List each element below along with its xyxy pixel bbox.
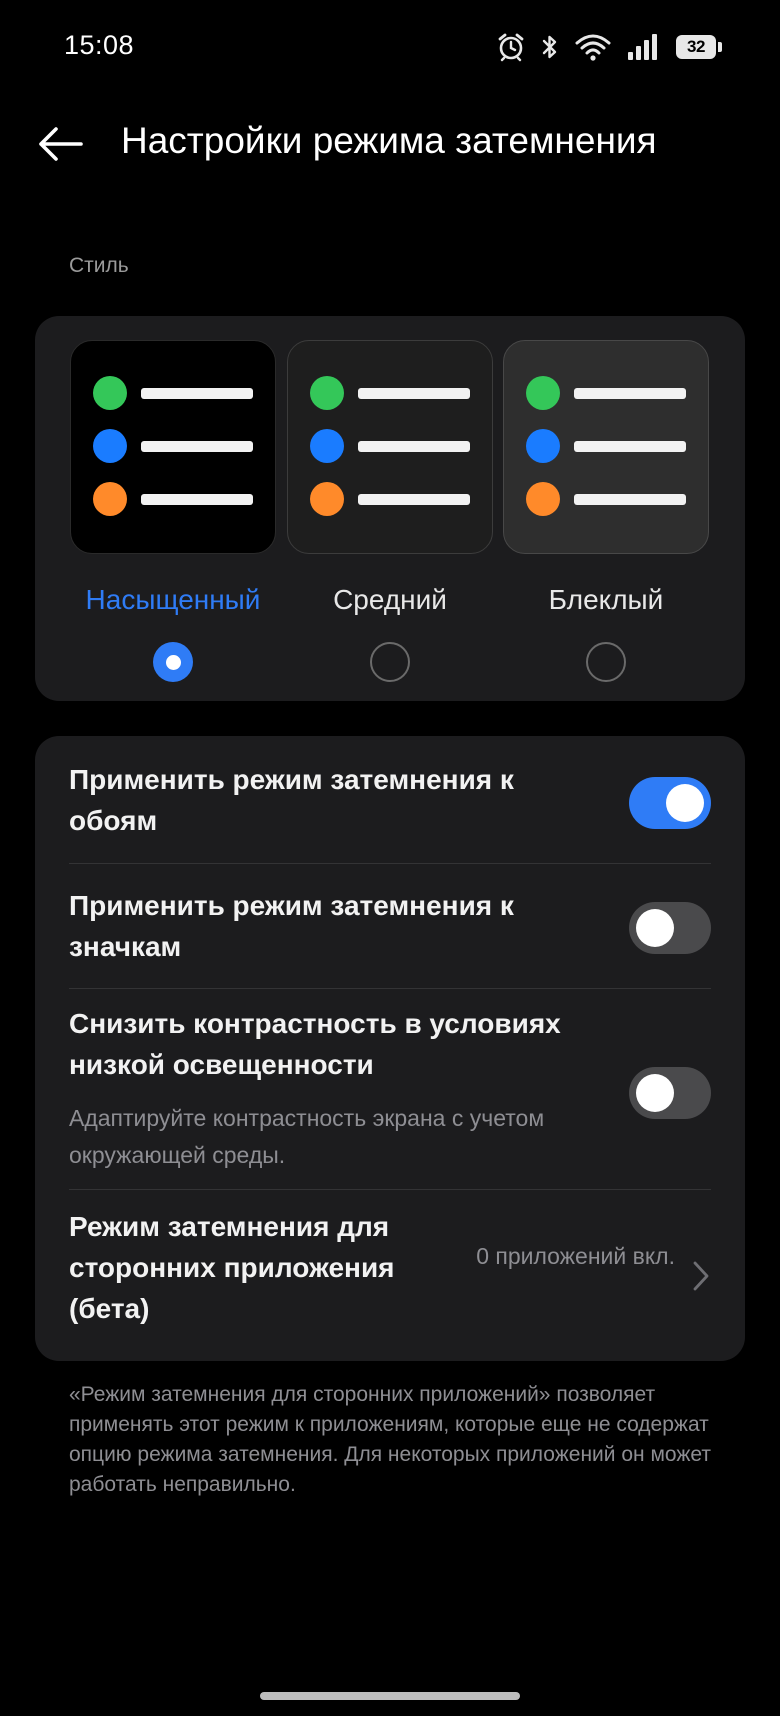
alarm-icon bbox=[496, 32, 526, 62]
preview-line bbox=[358, 440, 470, 452]
preview-line bbox=[141, 440, 253, 452]
style-option-faded[interactable]: Блеклый bbox=[503, 340, 709, 682]
footer-note: «Режим затемнения для сторонних приложен… bbox=[69, 1383, 711, 1496]
chevron-right-icon bbox=[691, 1260, 711, 1292]
setting-title-contrast: Снизить контрастность в условиях низкой … bbox=[69, 1008, 561, 1080]
style-option-label: Средний bbox=[333, 584, 447, 615]
status-icons: 32 bbox=[496, 30, 722, 64]
dark-mode-settings-screen: 15:08 32 Настройки режима затемнения Сти… bbox=[0, 0, 780, 1716]
preview-line bbox=[141, 387, 253, 399]
style-option-saturated[interactable]: Насыщенный bbox=[70, 340, 276, 682]
battery-level: 32 bbox=[676, 35, 716, 59]
radio-saturated[interactable] bbox=[153, 642, 193, 682]
toggle-knob bbox=[636, 1074, 674, 1112]
preview-line bbox=[358, 493, 470, 505]
bluetooth-icon bbox=[540, 32, 560, 62]
orange-dot bbox=[526, 482, 560, 516]
setting-row-wallpaper[interactable]: Применить режим затемнения к обоям bbox=[69, 736, 711, 864]
back-button[interactable] bbox=[30, 116, 90, 176]
wifi-icon bbox=[574, 32, 612, 62]
preview-line bbox=[574, 493, 686, 505]
toggle-knob bbox=[666, 784, 704, 822]
preview-row bbox=[526, 429, 686, 463]
setting-row-contrast[interactable]: Снизить контрастность в условиях низкой … bbox=[69, 989, 711, 1190]
preview-line bbox=[574, 387, 686, 399]
toggle-icons[interactable] bbox=[629, 902, 711, 954]
preview-row bbox=[310, 429, 470, 463]
orange-dot bbox=[93, 482, 127, 516]
style-option-medium[interactable]: Средний bbox=[287, 340, 493, 682]
third-party-apps-count: 0 приложений вкл. bbox=[476, 1243, 675, 1269]
toggle-knob bbox=[636, 909, 674, 947]
preview-row bbox=[310, 376, 470, 410]
style-preview-medium[interactable] bbox=[287, 340, 493, 554]
blue-dot bbox=[93, 429, 127, 463]
battery-icon: 32 bbox=[676, 34, 722, 60]
blue-dot bbox=[310, 429, 344, 463]
page-title: Настройки режима затемнения bbox=[121, 120, 657, 161]
toggle-wallpaper[interactable] bbox=[629, 777, 711, 829]
section-label-style: Стиль bbox=[69, 254, 129, 277]
settings-card: Применить режим затемнения к обоям Приме… bbox=[35, 736, 745, 1361]
orange-dot bbox=[310, 482, 344, 516]
preview-row bbox=[310, 482, 470, 516]
preview-row bbox=[526, 376, 686, 410]
preview-line bbox=[358, 387, 470, 399]
style-preview-faded[interactable] bbox=[503, 340, 709, 554]
setting-title-wallpaper: Применить режим затемнения к обоям bbox=[69, 764, 514, 836]
style-preview-saturated[interactable] bbox=[70, 340, 276, 554]
style-option-label: Насыщенный bbox=[85, 584, 261, 615]
preview-row bbox=[93, 376, 253, 410]
radio-faded[interactable] bbox=[586, 642, 626, 682]
battery-tip bbox=[718, 42, 722, 52]
setting-title-icons: Применить режим затемнения к значкам bbox=[69, 890, 514, 962]
back-arrow-icon bbox=[36, 124, 84, 169]
preview-row bbox=[93, 482, 253, 516]
preview-line bbox=[141, 493, 253, 505]
signal-icon bbox=[626, 32, 662, 62]
preview-row bbox=[526, 482, 686, 516]
setting-row-icons[interactable]: Применить режим затемнения к значкам bbox=[69, 864, 711, 989]
green-dot bbox=[310, 376, 344, 410]
preview-line bbox=[574, 440, 686, 452]
style-selector-card: Насыщенный Средний Блеклый bbox=[35, 316, 745, 701]
setting-subtitle-contrast: Адаптируйте контрастность экрана с учето… bbox=[69, 1105, 545, 1168]
home-indicator[interactable] bbox=[260, 1692, 520, 1700]
style-option-label: Блеклый bbox=[548, 584, 664, 615]
header: Настройки режима затемнения bbox=[0, 106, 780, 182]
toggle-contrast[interactable] bbox=[629, 1067, 711, 1119]
green-dot bbox=[93, 376, 127, 410]
radio-medium[interactable] bbox=[370, 642, 410, 682]
preview-row bbox=[93, 429, 253, 463]
setting-row-third-party-apps[interactable]: Режим затемнения для сторонних приложени… bbox=[69, 1190, 711, 1361]
green-dot bbox=[526, 376, 560, 410]
blue-dot bbox=[526, 429, 560, 463]
setting-title-third-party: Режим затемнения для сторонних приложени… bbox=[69, 1211, 395, 1324]
status-bar: 15:08 32 bbox=[0, 0, 780, 96]
status-time: 15:08 bbox=[64, 30, 135, 60]
